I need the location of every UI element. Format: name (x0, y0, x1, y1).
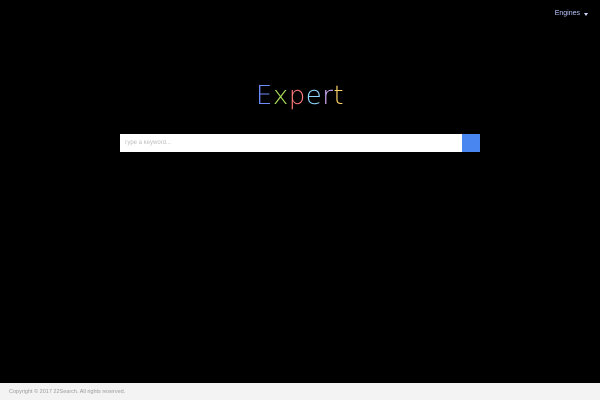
logo-letter: E (255, 81, 273, 111)
search-button[interactable] (462, 134, 480, 152)
caret-down-icon (584, 12, 588, 16)
logo: Expert (0, 79, 600, 113)
search-input[interactable] (120, 134, 462, 152)
search-bar (120, 134, 480, 152)
engines-label: Engines (554, 10, 580, 17)
logo-letter: r (322, 81, 334, 111)
logo-letter: p (288, 81, 306, 111)
footer: Copyright © 2017 22Search. All rights re… (0, 383, 600, 400)
logo-letter: x (272, 81, 289, 111)
copyright-text: Copyright © 2017 22Search. All rights re… (9, 388, 126, 395)
logo-letter: e (305, 81, 323, 111)
engines-dropdown[interactable]: Engines (555, 9, 588, 18)
page: Engines Expert Copyright © 2017 22Search… (0, 0, 600, 400)
logo-letter: t (333, 81, 345, 111)
